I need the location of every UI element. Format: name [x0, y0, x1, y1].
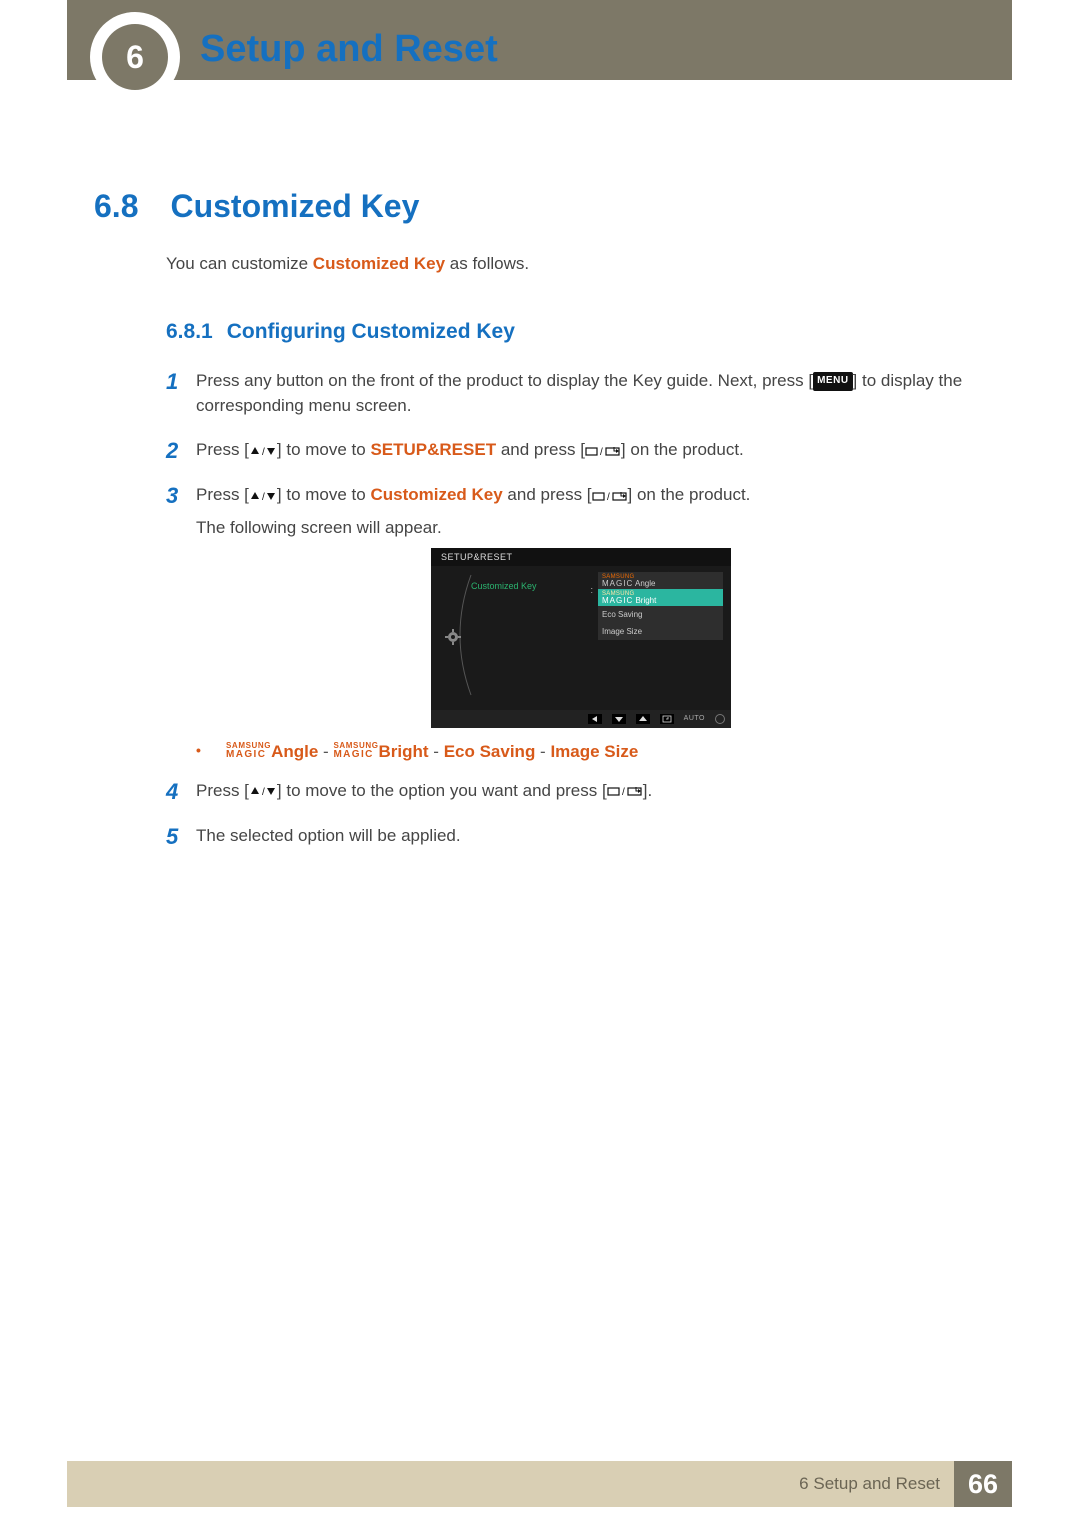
osd-screenshot: SETUP&RESET Customized Key : ▲ SA: [431, 548, 731, 728]
svg-text:/: /: [607, 492, 610, 502]
step-4: 4 Press [/] to move to the option you wa…: [166, 779, 966, 812]
svg-text:/: /: [262, 492, 265, 502]
step3-followup: The following screen will appear.: [196, 516, 966, 541]
page-number-box: 66: [954, 1461, 1012, 1507]
step-number: 5: [166, 824, 196, 857]
option-eco-saving: Eco Saving: [444, 742, 536, 761]
bullet-icon: •: [196, 740, 226, 765]
option-image-size: Image Size: [550, 742, 638, 761]
step-2: 2 Press [/] to move to SETUP&RESET and p…: [166, 438, 966, 471]
select-source-icon: /: [607, 785, 643, 797]
gear-icon: [445, 628, 461, 644]
osd-btn-down-icon: [612, 714, 626, 724]
step3-target: Customized Key: [370, 485, 502, 504]
power-icon: [715, 714, 725, 724]
osd-btn-left-icon: [588, 714, 602, 724]
up-down-icon: /: [249, 490, 277, 502]
option-angle: Angle: [271, 742, 318, 761]
osd-option-eco: Eco Saving: [598, 606, 723, 623]
footer-chapter: 6 Setup and Reset: [799, 1474, 940, 1494]
select-source-icon: /: [592, 490, 628, 502]
step-1: 1 Press any button on the front of the p…: [166, 369, 966, 426]
step-number: 1: [166, 369, 196, 426]
section-number: 6.8: [94, 188, 166, 225]
osd-option-size: Image Size: [598, 623, 723, 640]
step-number: 2: [166, 438, 196, 471]
step-number: 4: [166, 779, 196, 812]
samsung-magic-bright-logo: SAMSUNGMAGIC: [333, 742, 378, 760]
osd-menu-label: Customized Key: [471, 580, 537, 593]
svg-text:/: /: [622, 787, 625, 797]
svg-text:/: /: [262, 787, 265, 797]
select-source-icon: /: [585, 445, 621, 457]
svg-text:/: /: [600, 447, 603, 457]
step2-target: SETUP&RESET: [370, 440, 496, 459]
samsung-magic-angle-logo: SAMSUNGMAGIC: [226, 742, 271, 760]
page-number: 66: [968, 1469, 998, 1500]
options-bullet: • SAMSUNGMAGICAngle - SAMSUNGMAGICBright…: [196, 740, 966, 765]
up-down-icon: /: [249, 785, 277, 797]
osd-bottom-bar: AUTO: [431, 710, 731, 728]
subsection-title: Configuring Customized Key: [227, 320, 515, 343]
osd-option-angle: SAMSUNGMAGIC Angle: [598, 572, 723, 589]
osd-colon: :: [590, 584, 593, 597]
section-title: Customized Key: [170, 188, 419, 224]
svg-text:/: /: [262, 447, 265, 457]
intro-paragraph: You can customize Customized Key as foll…: [166, 252, 966, 277]
chapter-number: 6: [102, 24, 168, 90]
step-3: 3 Press [/] to move to Customized Key an…: [166, 483, 966, 765]
subsection-heading: 6.8.1 Configuring Customized Key: [166, 317, 966, 347]
osd-btn-up-icon: [636, 714, 650, 724]
step5-text: The selected option will be applied.: [196, 824, 966, 849]
step-number: 3: [166, 483, 196, 765]
step-5: 5 The selected option will be applied.: [166, 824, 966, 857]
option-bright: Bright: [379, 742, 429, 761]
osd-title: SETUP&RESET: [431, 548, 731, 566]
chapter-badge: 6: [90, 12, 180, 102]
intro-keyword: Customized Key: [313, 254, 445, 273]
osd-btn-enter-icon: [660, 714, 674, 724]
subsection-number: 6.8.1: [166, 320, 213, 343]
page-footer: 6 Setup and Reset 66: [67, 1461, 1012, 1507]
osd-options-list: SAMSUNGMAGIC Angle SAMSUNGMAGIC Bright E…: [598, 572, 723, 640]
osd-auto-label: AUTO: [684, 714, 705, 724]
menu-key-icon: MENU: [813, 372, 852, 391]
up-down-icon: /: [249, 445, 277, 457]
section-heading: 6.8 Customized Key: [94, 188, 964, 225]
chapter-title: Setup and Reset: [200, 28, 498, 71]
osd-option-bright-selected: SAMSUNGMAGIC Bright: [598, 589, 723, 606]
